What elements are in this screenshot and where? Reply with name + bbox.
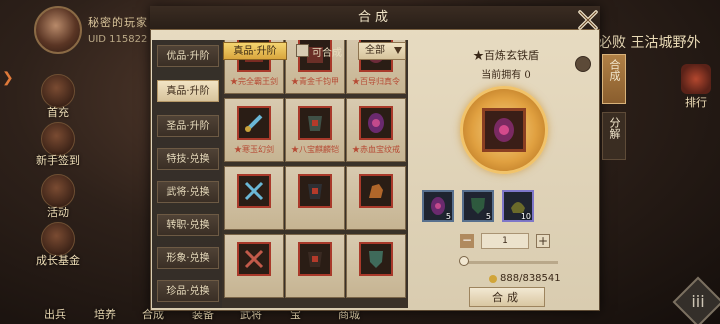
category-tab-1[interactable]: 真品·升阶 bbox=[157, 80, 219, 102]
close-icon bbox=[578, 10, 598, 30]
first-recharge-button[interactable]: 首充 bbox=[36, 74, 80, 120]
craft-cost: 888/838541 bbox=[500, 273, 561, 284]
tab-decompose[interactable]: 分解 bbox=[602, 112, 626, 160]
category-tab-0[interactable]: 优品·升阶 bbox=[157, 45, 219, 67]
category-list: 优品·升阶 真品·升阶 圣品·升阶 特技·兑换 武将·兑换 转职·兑换 形象·兑… bbox=[152, 40, 222, 308]
crossed-swords-icon bbox=[237, 242, 271, 276]
ring-icon bbox=[359, 106, 393, 140]
coin-bag-icon bbox=[41, 222, 75, 256]
owned-count: 当前拥有 0 bbox=[481, 70, 531, 81]
shield-icon bbox=[494, 118, 514, 142]
item-cell[interactable]: ★赤血宝纹戒 bbox=[346, 98, 406, 162]
item-cell[interactable] bbox=[224, 234, 284, 298]
dropdown-value: 全部 bbox=[365, 45, 385, 56]
filter-tab[interactable]: 真品·升阶 bbox=[223, 42, 287, 60]
armor-icon bbox=[298, 174, 332, 208]
rank-button[interactable]: 排行 bbox=[676, 64, 716, 110]
coin-icon bbox=[489, 275, 497, 283]
category-tab-3[interactable]: 特技·兑换 bbox=[157, 148, 219, 170]
category-tab-6[interactable]: 形象·兑换 bbox=[157, 247, 219, 269]
item-cell[interactable] bbox=[224, 166, 284, 230]
item-cell[interactable]: ★八宝麒麟铠 bbox=[285, 98, 345, 162]
chevron-right-icon[interactable]: ❯ bbox=[2, 70, 14, 86]
armor-icon bbox=[298, 106, 332, 140]
gift-icon bbox=[41, 74, 75, 108]
slider-handle[interactable] bbox=[459, 256, 469, 266]
increase-quantity-button[interactable]: + bbox=[536, 234, 550, 248]
battle-status-text: 必败 王沽城野外 bbox=[598, 35, 701, 51]
armor-icon bbox=[298, 242, 332, 276]
only-craftable-checkbox[interactable] bbox=[296, 44, 309, 57]
player-uid: UID 115822 bbox=[88, 34, 148, 45]
mount-icon bbox=[359, 174, 393, 208]
calendar-icon bbox=[41, 122, 75, 156]
quantity-slider[interactable] bbox=[466, 261, 558, 264]
category-tab-5[interactable]: 转职·兑换 bbox=[157, 214, 219, 236]
item-cell[interactable] bbox=[285, 234, 345, 298]
flag-icon bbox=[41, 174, 75, 208]
category-tab-4[interactable]: 武将·兑换 bbox=[157, 181, 219, 203]
chevron-down-icon bbox=[394, 47, 402, 54]
material-slot[interactable]: 5 bbox=[422, 190, 454, 222]
crossed-swords-icon bbox=[237, 174, 271, 208]
growth-fund-button[interactable]: 成长基金 bbox=[36, 222, 80, 268]
close-button[interactable] bbox=[576, 8, 600, 32]
item-cell[interactable] bbox=[346, 166, 406, 230]
decrease-quantity-button[interactable]: − bbox=[460, 234, 474, 248]
newbie-signin-button[interactable]: 新手签到 bbox=[36, 122, 80, 168]
item-cell[interactable] bbox=[346, 234, 406, 298]
player-name: 秘密的玩家 bbox=[88, 16, 148, 29]
item-grid: ★完全霸王剑 ★青金千钧甲 ★百导归真令 ★寒玉幻剑 ★八宝麒麟铠 ★赤血宝纹戒 bbox=[222, 40, 408, 308]
tab-craft[interactable]: 合成 bbox=[602, 54, 626, 104]
result-item-icon[interactable] bbox=[482, 108, 526, 152]
material-slot[interactable]: 10 bbox=[502, 190, 534, 222]
item-cell[interactable] bbox=[285, 166, 345, 230]
category-tab-2[interactable]: 圣品·升阶 bbox=[157, 115, 219, 137]
item-cell[interactable]: ★寒玉幻剑 bbox=[224, 98, 284, 162]
trophy-icon bbox=[681, 64, 711, 94]
player-avatar[interactable] bbox=[34, 6, 82, 54]
quantity-field[interactable]: 1 bbox=[481, 233, 529, 249]
rarity-dropdown[interactable]: 全部 bbox=[358, 42, 406, 60]
nav-deploy[interactable]: 出兵 bbox=[44, 306, 66, 322]
craft-button[interactable]: 合成 bbox=[469, 287, 545, 307]
activity-button[interactable]: 活动 bbox=[36, 174, 80, 220]
info-icon[interactable] bbox=[575, 56, 591, 72]
nav-train[interactable]: 培养 bbox=[94, 306, 116, 322]
only-craftable-label: 可合成 bbox=[312, 48, 342, 59]
shield-icon bbox=[359, 242, 393, 276]
dialog-title: 合成 bbox=[150, 6, 600, 30]
material-slot[interactable]: 5 bbox=[462, 190, 494, 222]
sword-icon bbox=[237, 106, 271, 140]
category-tab-7[interactable]: 珍品·兑换 bbox=[157, 280, 219, 302]
selected-item-name: ★百炼玄铁盾 bbox=[473, 49, 539, 62]
